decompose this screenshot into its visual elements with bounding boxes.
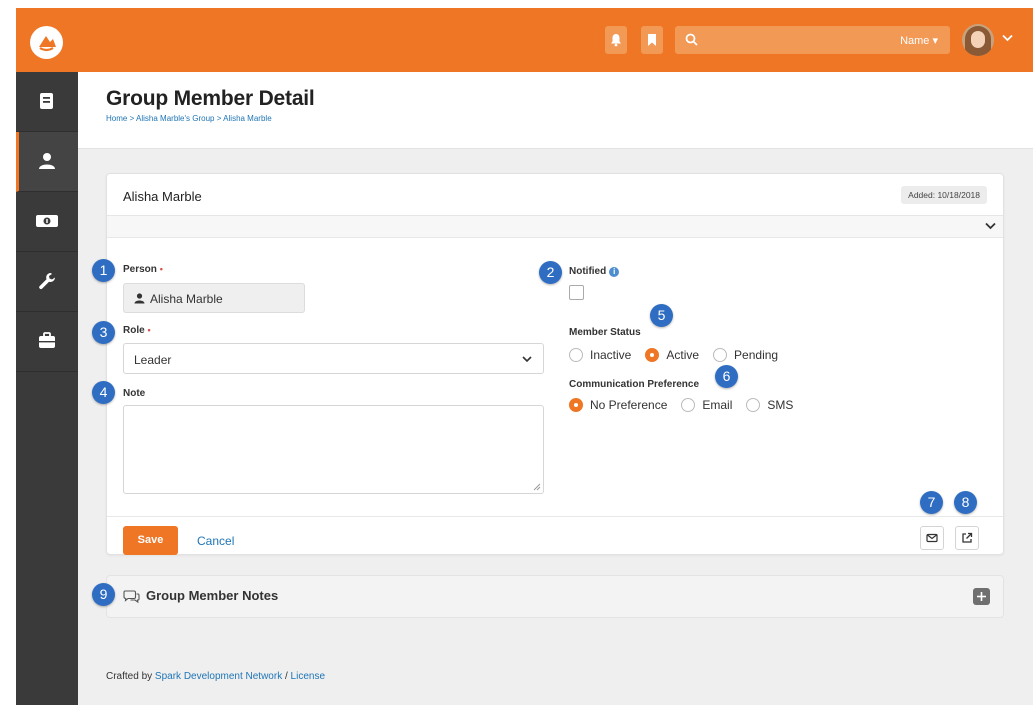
- radio-label[interactable]: Active: [666, 348, 699, 362]
- group-member-card: Alisha Marble Added: 10/18/2018 Person •…: [106, 173, 1004, 555]
- comm-pref-radios: No Preference Email SMS: [569, 398, 807, 412]
- radio-label[interactable]: Pending: [734, 348, 778, 362]
- radio-label[interactable]: SMS: [767, 398, 793, 412]
- sidebar-item-admin[interactable]: [16, 312, 78, 372]
- user-icon: [134, 293, 145, 304]
- radio-label[interactable]: No Preference: [590, 398, 667, 412]
- plus-icon: [977, 592, 986, 601]
- breadcrumb-separator: >: [216, 114, 222, 123]
- notified-label: Notified i: [569, 266, 620, 277]
- sidebar-item-pages[interactable]: [16, 72, 78, 132]
- radio-email[interactable]: [681, 398, 696, 412]
- wrench-icon: [39, 273, 55, 290]
- role-label: Role •: [123, 325, 151, 336]
- sidebar-item-finance[interactable]: [16, 192, 78, 252]
- chevron-down-icon: [522, 356, 532, 363]
- note-textarea[interactable]: [123, 405, 544, 494]
- member-status-label: Member Status: [569, 327, 641, 338]
- callout-marker: 9: [92, 583, 115, 606]
- person-label: Person •: [123, 264, 163, 275]
- callout-marker: 5: [650, 304, 673, 327]
- group-member-notes-panel[interactable]: Group Member Notes: [106, 575, 1004, 618]
- email-button[interactable]: [920, 526, 944, 550]
- resize-handle-icon[interactable]: [533, 483, 541, 491]
- person-value: Alisha Marble: [150, 292, 223, 306]
- user-icon: [39, 153, 55, 169]
- search-icon: [685, 33, 698, 46]
- left-sidebar: [16, 72, 78, 705]
- bookmarks-button[interactable]: [641, 26, 663, 54]
- member-status-radios: Inactive Active Pending: [569, 348, 792, 362]
- breadcrumb-separator: >: [129, 114, 135, 123]
- card-collapse-bar[interactable]: [107, 216, 1003, 238]
- radio-label[interactable]: Inactive: [590, 348, 631, 362]
- card-title: Alisha Marble: [123, 189, 202, 204]
- user-avatar[interactable]: [962, 24, 994, 56]
- callout-marker: 4: [92, 381, 115, 404]
- book-icon: [40, 93, 53, 109]
- comments-icon: [123, 590, 140, 604]
- card-header: Alisha Marble Added: 10/18/2018: [107, 174, 1003, 216]
- page-title: Group Member Detail: [106, 87, 315, 110]
- search-scope-dropdown[interactable]: Name ▾: [900, 34, 938, 47]
- breadcrumb-member[interactable]: Alisha Marble: [223, 114, 271, 123]
- sidebar-item-people[interactable]: [16, 132, 78, 192]
- external-link-icon: [962, 532, 973, 543]
- license-link[interactable]: License: [291, 671, 325, 682]
- breadcrumb-group[interactable]: Alisha Marble's Group: [136, 114, 214, 123]
- person-picker[interactable]: Alisha Marble: [123, 283, 305, 313]
- info-icon[interactable]: i: [609, 267, 620, 277]
- cancel-button[interactable]: Cancel: [197, 534, 234, 548]
- callout-marker: 6: [715, 365, 738, 388]
- bell-icon: [611, 34, 621, 47]
- radio-pending[interactable]: [713, 348, 728, 362]
- callout-marker: 8: [954, 491, 977, 514]
- notes-panel-title: Group Member Notes: [146, 588, 279, 603]
- top-navbar: Name ▾: [16, 8, 1033, 72]
- sidebar-item-tools[interactable]: [16, 252, 78, 312]
- breadcrumb-home[interactable]: Home: [106, 114, 127, 123]
- spark-link[interactable]: Spark Development Network: [155, 671, 282, 682]
- search-bar[interactable]: Name ▾: [675, 26, 950, 54]
- page-header: Group Member Detail Home > Alisha Marble…: [78, 72, 1033, 149]
- note-label: Note: [123, 388, 146, 399]
- notifications-button[interactable]: [605, 26, 627, 54]
- radio-label[interactable]: Email: [702, 398, 732, 412]
- role-value: Leader: [134, 353, 172, 367]
- chevron-down-icon[interactable]: [1002, 34, 1013, 42]
- callout-marker: 1: [92, 259, 115, 282]
- card-actions: Save Cancel: [107, 516, 1003, 555]
- page-footer: Crafted by Spark Development Network / L…: [106, 671, 326, 682]
- radio-active[interactable]: [645, 348, 660, 362]
- chevron-down-icon[interactable]: [985, 222, 996, 230]
- rock-logo-icon[interactable]: [30, 26, 63, 59]
- app-frame: Name ▾ Group Member Detail Home > Alisha…: [16, 8, 1033, 705]
- radio-sms[interactable]: [746, 398, 761, 412]
- added-date-badge: Added: 10/18/2018: [901, 186, 987, 204]
- bookmark-icon: [648, 34, 656, 46]
- callout-marker: 3: [92, 321, 115, 344]
- required-marker: •: [147, 325, 151, 335]
- add-note-button[interactable]: [973, 588, 990, 605]
- briefcase-icon: [39, 332, 55, 348]
- callout-marker: 7: [920, 491, 943, 514]
- notified-checkbox[interactable]: [569, 285, 584, 300]
- breadcrumb: Home > Alisha Marble's Group > Alisha Ma…: [106, 114, 272, 123]
- role-select[interactable]: Leader: [123, 343, 544, 374]
- save-button[interactable]: Save: [123, 526, 178, 555]
- radio-inactive[interactable]: [569, 348, 583, 362]
- comm-pref-label: Communication Preference: [569, 379, 700, 390]
- money-icon: [36, 215, 58, 227]
- required-marker: •: [159, 264, 163, 274]
- radio-no-preference[interactable]: [569, 398, 583, 412]
- callout-marker: 2: [539, 261, 562, 284]
- open-profile-button[interactable]: [955, 526, 979, 550]
- envelope-icon: [926, 533, 938, 543]
